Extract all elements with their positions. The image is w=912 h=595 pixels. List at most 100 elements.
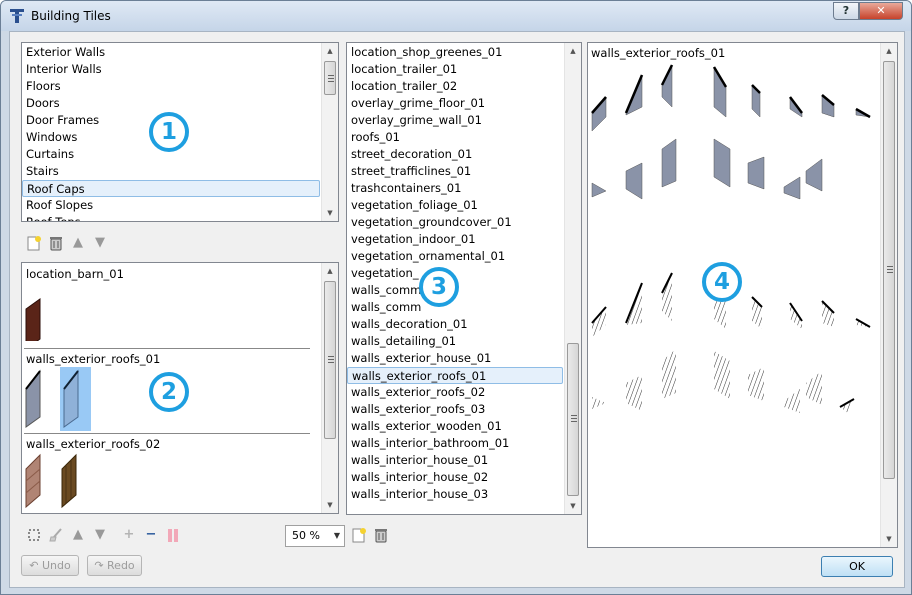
brick-wall-tile[interactable] <box>24 451 44 511</box>
tileset-item[interactable]: location_trailer_02 <box>347 78 581 95</box>
redo-icon: ↷ <box>94 559 108 572</box>
tileset-label: walls_exterior_roofs_02 <box>26 437 161 451</box>
tileset-item[interactable]: walls_interior_bathroom_01 <box>347 435 581 452</box>
zoom-value: 50 % <box>292 529 320 542</box>
undo-button[interactable]: ↶ Undo <box>21 555 79 576</box>
scroll-up-arrow-icon[interactable]: ▲ <box>322 43 338 59</box>
tileset-item[interactable]: walls_exterior_wooden_01 <box>347 418 581 435</box>
tileset-item[interactable]: vegetation_groundcover_01 <box>347 214 581 231</box>
tileset-toolbar <box>346 522 582 548</box>
tileset-item[interactable]: walls_interior_house_01 <box>347 452 581 469</box>
preview-scrollbar[interactable]: ▲ ▼ <box>880 43 897 547</box>
title-bar[interactable]: Building Tiles ? ✕ <box>1 1 911 31</box>
scrollbar-thumb[interactable] <box>883 61 895 479</box>
scroll-up-arrow-icon[interactable]: ▲ <box>322 263 338 279</box>
tileset-item[interactable]: vegetation_ornamental_01 <box>347 248 581 265</box>
tileset-item[interactable]: overlay_grime_floor_01 <box>347 95 581 112</box>
category-item-selected[interactable]: Roof Caps <box>22 180 320 197</box>
clear-icon[interactable] <box>48 527 64 543</box>
close-button[interactable]: ✕ <box>859 2 903 20</box>
category-tiles-scrollbar[interactable]: ▲ ▼ <box>321 263 338 513</box>
scroll-up-arrow-icon[interactable]: ▲ <box>565 43 581 59</box>
category-item[interactable]: Exterior Walls <box>22 44 338 61</box>
redo-label: Redo <box>107 559 135 572</box>
tileset-item[interactable]: vegetation_foliage_01 <box>347 197 581 214</box>
building-tiles-window: Building Tiles ? ✕ Exterior Walls Interi… <box>0 0 912 595</box>
scroll-up-arrow-icon[interactable]: ▲ <box>881 43 897 59</box>
tileset-item[interactable]: location_shop_greenes_01 <box>347 44 581 61</box>
delete-icon[interactable] <box>373 527 389 543</box>
delete-icon[interactable] <box>48 235 64 251</box>
callout-3: 3 <box>419 267 459 307</box>
scroll-down-arrow-icon[interactable]: ▼ <box>322 205 338 221</box>
scrollbar-thumb[interactable] <box>324 61 336 95</box>
window-title: Building Tiles <box>31 9 111 23</box>
separator <box>24 433 310 434</box>
wooden-wall-tile[interactable] <box>60 451 82 511</box>
scroll-down-arrow-icon[interactable]: ▼ <box>881 531 897 547</box>
tileset-preview[interactable]: walls_exterior_roofs_01 ▲ ▼ <box>587 42 898 548</box>
tileset-item[interactable]: location_trailer_01 <box>347 61 581 78</box>
categories-scrollbar[interactable]: ▲ ▼ <box>321 43 338 221</box>
select-rect-icon[interactable] <box>26 527 42 543</box>
tileset-item[interactable]: street_decoration_01 <box>347 146 581 163</box>
callout-1: 1 <box>149 112 189 152</box>
roof-tiles-grid-top[interactable] <box>590 59 880 209</box>
move-up-icon[interactable]: ▲ <box>70 235 86 251</box>
category-toolbar: ▲ ▼ <box>21 230 339 256</box>
barn-wall-tile[interactable] <box>24 281 44 341</box>
tileset-item[interactable]: walls_decoration_01 <box>347 316 581 333</box>
tileset-item[interactable]: walls_interior_house_02 <box>347 469 581 486</box>
tileset-item[interactable]: vegetation_ <box>347 265 581 282</box>
redo-button[interactable]: ↷ Redo <box>87 555 142 576</box>
move-up-icon[interactable]: ▲ <box>70 527 86 543</box>
tilesets-list[interactable]: location_shop_greenes_01 location_traile… <box>346 42 582 515</box>
undo-icon: ↶ <box>29 559 42 572</box>
category-item[interactable]: Roof Slopes <box>22 197 338 214</box>
new-icon[interactable] <box>26 235 42 251</box>
tileset-item[interactable]: overlay_grime_wall_01 <box>347 112 581 129</box>
roof-cap-tile-selected[interactable] <box>60 367 91 431</box>
scroll-down-arrow-icon[interactable]: ▼ <box>322 497 338 513</box>
callout-2: 2 <box>149 372 189 412</box>
category-item[interactable]: Floors <box>22 78 338 95</box>
tileset-item[interactable]: trashcontainers_01 <box>347 180 581 197</box>
add-icon[interactable]: + <box>121 527 137 543</box>
chevron-down-icon[interactable]: ▼ <box>334 526 340 546</box>
undo-label: Undo <box>41 559 71 572</box>
move-down-icon[interactable]: ▼ <box>92 235 108 251</box>
dialog-client-area: Exterior Walls Interior Walls Floors Doo… <box>9 31 905 588</box>
tileset-item[interactable]: walls_exterior_house_01 <box>347 350 581 367</box>
category-item[interactable]: Doors <box>22 95 338 112</box>
tileset-item[interactable]: street_trafficlines_01 <box>347 163 581 180</box>
app-icon <box>10 9 24 23</box>
tileset-item[interactable]: walls_interior_house_03 <box>347 486 581 503</box>
tileset-item[interactable]: walls_comm <box>347 299 581 316</box>
category-item[interactable]: Interior Walls <box>22 61 338 78</box>
tilesets-scrollbar[interactable]: ▲ ▼ <box>564 43 581 514</box>
tileset-label: walls_exterior_roofs_01 <box>26 352 161 366</box>
new-icon[interactable] <box>351 527 367 543</box>
category-item[interactable]: Roof Tops <box>22 214 338 221</box>
tileset-item[interactable]: vegetation_indoor_01 <box>347 231 581 248</box>
tileset-item[interactable]: walls_comm <box>347 282 581 299</box>
tileset-label: location_barn_01 <box>26 267 124 281</box>
scroll-down-arrow-icon[interactable]: ▼ <box>565 498 581 514</box>
ok-button[interactable]: OK <box>821 556 893 577</box>
move-down-icon[interactable]: ▼ <box>92 527 108 543</box>
zoom-select[interactable]: 50 % ▼ <box>285 525 345 547</box>
remove-icon[interactable]: − <box>143 527 159 543</box>
roof-cap-tile[interactable] <box>24 367 44 431</box>
scrollbar-thumb[interactable] <box>324 281 336 439</box>
tileset-item[interactable]: walls_detailing_01 <box>347 333 581 350</box>
color-bars-icon[interactable] <box>165 527 181 543</box>
callout-4: 4 <box>702 262 742 302</box>
scrollbar-thumb[interactable] <box>567 343 579 496</box>
category-item[interactable]: Stairs <box>22 163 338 180</box>
tileset-item[interactable]: walls_exterior_roofs_03 <box>347 401 581 418</box>
tileset-item[interactable]: walls_exterior_roofs_02 <box>347 384 581 401</box>
tileset-item[interactable]: roofs_01 <box>347 129 581 146</box>
separator <box>24 348 310 349</box>
help-button[interactable]: ? <box>833 2 859 20</box>
tileset-item-selected[interactable]: walls_exterior_roofs_01 <box>347 367 563 384</box>
